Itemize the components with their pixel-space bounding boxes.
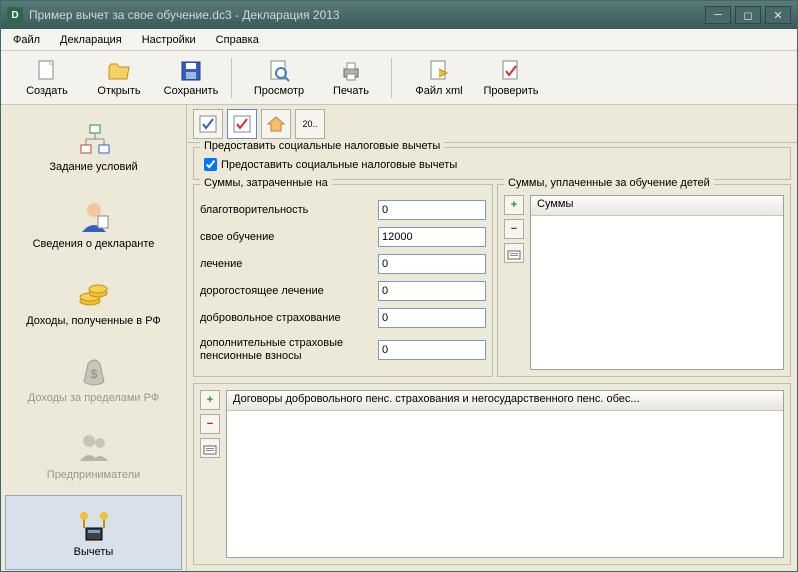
magnifier-page-icon — [267, 59, 291, 83]
sidebar-income-out-label: Доходы за пределами РФ — [24, 392, 163, 404]
children-edu-group: Суммы, уплаченные за обучение детей + − … — [497, 184, 791, 377]
remove-button[interactable]: − — [504, 219, 524, 239]
save-button[interactable]: Сохранить — [155, 53, 227, 103]
menu-help[interactable]: Справка — [212, 32, 263, 48]
sidebar-item-income-rf[interactable]: Доходы, полученные в РФ — [5, 264, 182, 339]
insurance-label: добровольное страхование — [200, 312, 378, 324]
toolbar-separator — [391, 58, 399, 98]
tree-icon — [76, 123, 112, 157]
insurance-input[interactable] — [378, 308, 486, 328]
sidebar-income-rf-label: Доходы, полученные в РФ — [22, 315, 165, 327]
menu-declaration[interactable]: Декларация — [56, 32, 126, 48]
check-button[interactable]: Проверить — [475, 53, 547, 103]
create-label: Создать — [26, 85, 68, 97]
content-area: 20.. Предоставить социальные налоговые в… — [187, 105, 797, 571]
window-title: Пример вычет за свое обучение.dc3 - Декл… — [29, 8, 705, 22]
xml-file-icon — [427, 59, 451, 83]
main-toolbar: Создать Открыть Сохранить Просмотр Печат… — [1, 51, 797, 105]
check-page-icon — [499, 59, 523, 83]
new-file-icon — [35, 59, 59, 83]
add-button[interactable]: + — [504, 195, 524, 215]
menu-settings[interactable]: Настройки — [138, 32, 200, 48]
floppy-icon — [179, 59, 203, 83]
sidebar-item-entrepreneurs: Предприниматели — [5, 418, 182, 493]
form-area: Суммы, затраченные на благотворительност… — [187, 182, 797, 379]
remove-contract-button[interactable]: − — [200, 414, 220, 434]
svg-text:$: $ — [90, 367, 97, 381]
contracts-panel: + − Договоры добровольного пенс. страхов… — [193, 383, 791, 565]
provide-social-label: Предоставить социальные налоговые вычеты — [221, 159, 457, 171]
sidebar-conditions-label: Задание условий — [45, 161, 141, 173]
create-button[interactable]: Создать — [11, 53, 83, 103]
sidebar-item-declarant[interactable]: Сведения о декларанте — [5, 187, 182, 262]
sums-spent-legend: Суммы, затраченные на — [200, 177, 332, 189]
xml-button[interactable]: Файл xml — [403, 53, 475, 103]
children-edu-legend: Суммы, уплаченные за обучение детей — [504, 177, 714, 189]
children-mini-toolbar: + − — [504, 195, 526, 370]
titlebar: D Пример вычет за свое обучение.dc3 - Де… — [1, 1, 797, 29]
check-label: Проверить — [483, 85, 538, 97]
exp-treatment-label: дорогостоящее лечение — [200, 285, 378, 297]
page-toolbar: 20.. — [187, 105, 797, 143]
page-btn-standard[interactable] — [193, 109, 223, 139]
menubar: Файл Декларация Настройки Справка — [1, 29, 797, 51]
app-icon: D — [7, 7, 23, 23]
preview-label: Просмотр — [254, 85, 304, 97]
sidebar-item-deductions[interactable]: Вычеты — [5, 495, 182, 570]
contracts-list-header: Договоры добровольного пенс. страхования… — [227, 391, 783, 411]
sidebar-deductions-label: Вычеты — [70, 546, 118, 558]
page-btn-social[interactable] — [227, 109, 257, 139]
body-area: Задание условий Сведения о декларанте До… — [1, 105, 797, 571]
add-contract-button[interactable]: + — [200, 390, 220, 410]
toolbar-separator — [231, 58, 239, 98]
exp-treatment-input[interactable] — [378, 281, 486, 301]
maximize-button[interactable]: ◻ — [735, 6, 761, 24]
edit-contract-button[interactable] — [200, 438, 220, 458]
people-icon — [76, 431, 112, 465]
xml-label: Файл xml — [415, 85, 462, 97]
sidebar: Задание условий Сведения о декларанте До… — [1, 105, 187, 571]
coins-icon — [76, 277, 112, 311]
contracts-mini-toolbar: + − — [200, 390, 222, 558]
window-buttons: ─ ◻ ✕ — [705, 6, 791, 24]
preview-button[interactable]: Просмотр — [243, 53, 315, 103]
print-label: Печать — [333, 85, 369, 97]
page-btn-property[interactable] — [261, 109, 291, 139]
sidebar-entrepreneurs-label: Предприниматели — [43, 469, 144, 481]
own-edu-label: свое обучение — [200, 231, 378, 243]
pension-label: дополнительные страховые пенсионные взно… — [200, 337, 378, 363]
social-group: Предоставить социальные налоговые вычеты… — [193, 147, 791, 180]
pension-input[interactable] — [378, 340, 486, 360]
treatment-label: лечение — [200, 258, 378, 270]
contracts-list[interactable]: Договоры добровольного пенс. страхования… — [226, 390, 784, 558]
children-sums-list[interactable]: Суммы — [530, 195, 784, 370]
printer-icon — [339, 59, 363, 83]
charity-input[interactable] — [378, 200, 486, 220]
open-label: Открыть — [97, 85, 140, 97]
bag-icon: $ — [76, 354, 112, 388]
open-button[interactable]: Открыть — [83, 53, 155, 103]
person-icon — [76, 200, 112, 234]
own-edu-input[interactable] — [378, 227, 486, 247]
charity-label: благотворительность — [200, 204, 378, 216]
app-window: D Пример вычет за свое обучение.dc3 - Де… — [0, 0, 798, 572]
menu-file[interactable]: Файл — [9, 32, 44, 48]
abacus-icon — [76, 508, 112, 542]
print-button[interactable]: Печать — [315, 53, 387, 103]
close-button[interactable]: ✕ — [765, 6, 791, 24]
social-group-legend: Предоставить социальные налоговые вычеты — [200, 140, 444, 152]
children-list-header: Суммы — [531, 196, 783, 216]
minimize-button[interactable]: ─ — [705, 6, 731, 24]
sums-spent-group: Суммы, затраченные на благотворительност… — [193, 184, 493, 377]
page-btn-losses[interactable]: 20.. — [295, 109, 325, 139]
provide-social-checkbox[interactable] — [204, 158, 217, 171]
treatment-input[interactable] — [378, 254, 486, 274]
twenty-icon: 20.. — [302, 119, 317, 129]
sidebar-item-conditions[interactable]: Задание условий — [5, 110, 182, 185]
folder-open-icon — [107, 59, 131, 83]
edit-button[interactable] — [504, 243, 524, 263]
sidebar-item-income-out: $ Доходы за пределами РФ — [5, 341, 182, 416]
save-label: Сохранить — [164, 85, 219, 97]
sidebar-declarant-label: Сведения о декларанте — [29, 238, 159, 250]
